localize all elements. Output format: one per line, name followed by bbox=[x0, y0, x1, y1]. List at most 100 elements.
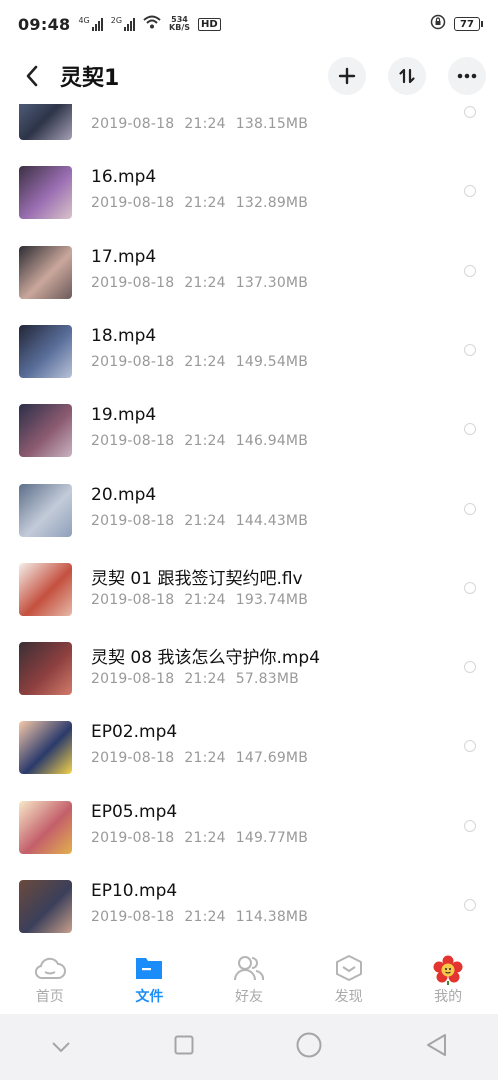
more-button[interactable] bbox=[448, 57, 486, 95]
file-row[interactable]: 灵契 08 我该怎么守护你.mp4 2019-08-18 21:24 57.83MB bbox=[0, 629, 498, 708]
file-row[interactable]: 16.mp4 2019-08-18 21:24 132.89MB bbox=[0, 153, 498, 232]
nav-home-button[interactable] bbox=[296, 1032, 322, 1062]
file-date: 2019-08-18 bbox=[91, 829, 175, 846]
folder-icon bbox=[136, 958, 163, 979]
file-date: 2019-08-18 bbox=[91, 353, 175, 370]
file-size: 57.83MB bbox=[235, 671, 299, 688]
file-size: 146.94MB bbox=[235, 433, 309, 450]
rotation-lock-icon bbox=[430, 14, 446, 34]
file-row[interactable]: EP02.mp4 2019-08-18 21:24 147.69MB bbox=[0, 708, 498, 787]
select-radio[interactable] bbox=[464, 502, 476, 515]
discover-icon bbox=[335, 955, 362, 981]
file-time: 21:24 bbox=[184, 591, 226, 608]
select-radio[interactable] bbox=[464, 819, 476, 832]
network-speed: 534 KB/S bbox=[169, 15, 191, 32]
file-size: 138.15MB bbox=[235, 116, 309, 132]
file-meta: 2019-08-18 21:24 137.30MB bbox=[91, 275, 318, 291]
file-meta: 2019-08-18 21:24 147.69MB bbox=[91, 750, 318, 766]
flower-avatar-icon bbox=[433, 955, 463, 985]
file-name: 灵契 08 我该怎么守护你.mp4 bbox=[91, 648, 321, 669]
file-date: 2019-08-18 bbox=[91, 750, 175, 767]
video-thumbnail bbox=[19, 880, 72, 933]
file-name: EP02.mp4 bbox=[91, 722, 178, 743]
file-date: 2019-08-18 bbox=[91, 116, 175, 132]
file-row[interactable]: 19.mp4 2019-08-18 21:24 146.94MB bbox=[0, 391, 498, 470]
file-row[interactable]: 灵契 01 跟我签订契约吧.flv 2019-08-18 21:24 193.74MB bbox=[0, 550, 498, 629]
more-icon bbox=[457, 73, 477, 79]
select-radio[interactable] bbox=[464, 581, 476, 594]
status-time: 09:48 bbox=[18, 14, 71, 34]
video-thumbnail bbox=[19, 642, 72, 696]
tab-friends[interactable]: 好友 bbox=[199, 940, 299, 1014]
file-size: 149.54MB bbox=[235, 353, 309, 370]
system-nav-bar bbox=[0, 1014, 498, 1080]
file-time: 21:24 bbox=[184, 750, 226, 767]
select-radio[interactable] bbox=[464, 423, 476, 436]
video-thumbnail bbox=[19, 721, 72, 775]
file-size: 132.89MB bbox=[235, 195, 309, 212]
video-thumbnail bbox=[19, 245, 72, 299]
file-row[interactable]: 18.mp4 2019-08-18 21:24 149.54MB bbox=[0, 312, 498, 391]
file-time: 21:24 bbox=[184, 433, 226, 450]
file-time: 21:24 bbox=[184, 829, 226, 846]
file-list[interactable]: 2019-08-18 21:24 138.15MB 16.mp4 2019-08-18 2… bbox=[0, 104, 498, 940]
file-name: 18.mp4 bbox=[91, 325, 157, 346]
add-button[interactable] bbox=[328, 57, 366, 95]
friends-icon bbox=[233, 956, 264, 981]
nav-down-button[interactable] bbox=[51, 1038, 71, 1057]
nav-recent-button[interactable] bbox=[174, 1035, 194, 1059]
sort-button[interactable] bbox=[388, 57, 426, 95]
file-size: 149.77MB bbox=[235, 829, 309, 846]
file-meta: 2019-08-18 21:24 193.74MB bbox=[91, 592, 318, 608]
file-name: 20.mp4 bbox=[91, 484, 157, 505]
select-radio[interactable] bbox=[464, 899, 476, 911]
back-icon bbox=[26, 65, 38, 87]
back-button[interactable] bbox=[12, 56, 52, 96]
select-radio[interactable] bbox=[464, 185, 476, 198]
file-date: 2019-08-18 bbox=[91, 195, 175, 212]
tab-mine[interactable]: 我的 bbox=[398, 940, 498, 1014]
file-row[interactable]: 20.mp4 2019-08-18 21:24 144.43MB bbox=[0, 471, 498, 550]
file-time: 21:24 bbox=[184, 909, 226, 925]
select-radio[interactable] bbox=[464, 106, 476, 118]
file-time: 21:24 bbox=[184, 353, 226, 370]
nav-back-button[interactable] bbox=[425, 1033, 447, 1061]
select-radio[interactable] bbox=[464, 740, 476, 753]
file-row[interactable]: EP10.mp4 2019-08-18 21:24 114.38MB bbox=[0, 867, 498, 940]
header-bar: 灵契1 bbox=[0, 48, 498, 104]
file-size: 114.38MB bbox=[235, 909, 309, 925]
file-date: 2019-08-18 bbox=[91, 512, 175, 529]
file-row[interactable]: 2019-08-18 21:24 138.15MB bbox=[0, 104, 498, 153]
file-name: 17.mp4 bbox=[91, 246, 157, 267]
file-name: EP05.mp4 bbox=[91, 801, 178, 822]
select-radio[interactable] bbox=[464, 264, 476, 277]
file-date: 2019-08-18 bbox=[91, 274, 175, 291]
file-time: 21:24 bbox=[184, 116, 226, 132]
file-date: 2019-08-18 bbox=[91, 909, 175, 925]
hd-icon: HD bbox=[198, 17, 221, 31]
select-radio[interactable] bbox=[464, 661, 476, 674]
file-time: 21:24 bbox=[184, 274, 226, 291]
file-date: 2019-08-18 bbox=[91, 591, 175, 608]
file-time: 21:24 bbox=[184, 512, 226, 529]
file-meta: 2019-08-18 21:24 149.54MB bbox=[91, 354, 318, 370]
nav-down-icon bbox=[52, 1041, 70, 1052]
file-meta: 2019-08-18 21:24 57.83MB bbox=[91, 671, 309, 687]
wifi-icon bbox=[143, 15, 161, 33]
file-size: 137.30MB bbox=[235, 274, 309, 291]
sort-icon bbox=[399, 68, 415, 84]
select-radio[interactable] bbox=[464, 343, 476, 356]
video-thumbnail bbox=[19, 324, 72, 378]
tab-files[interactable]: 文件 bbox=[100, 940, 200, 1014]
file-row[interactable]: EP05.mp4 2019-08-18 21:24 149.77MB bbox=[0, 788, 498, 867]
status-bar: 09:48 4G 2G 534 KB/S HD 77 bbox=[0, 0, 498, 48]
file-meta: 2019-08-18 21:24 138.15MB bbox=[91, 116, 318, 132]
video-thumbnail bbox=[19, 800, 72, 854]
file-size: 147.69MB bbox=[235, 750, 309, 767]
file-time: 21:24 bbox=[184, 195, 226, 212]
file-row[interactable]: 17.mp4 2019-08-18 21:24 137.30MB bbox=[0, 233, 498, 312]
file-size: 193.74MB bbox=[235, 591, 309, 608]
tab-discover[interactable]: 发现 bbox=[299, 940, 399, 1014]
tab-home[interactable]: 首页 bbox=[0, 940, 100, 1014]
bottom-tab-bar: 首页 文件 好友 发现 我的 bbox=[0, 940, 498, 1014]
